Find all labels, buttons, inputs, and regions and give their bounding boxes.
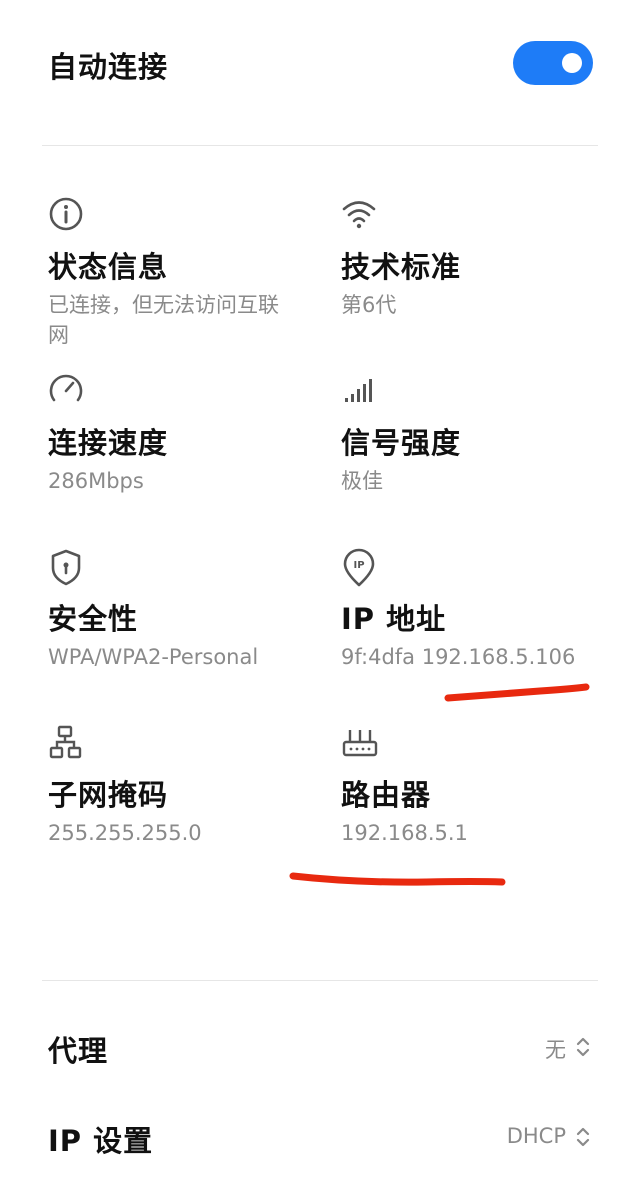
- link-speed-value: 286Mbps: [48, 469, 144, 493]
- proxy-value: 无: [545, 1038, 566, 1062]
- svg-text:IP: IP: [353, 560, 364, 571]
- link-speed-title: 连接速度: [48, 426, 169, 460]
- router-value: 192.168.5.1: [341, 821, 468, 845]
- status-info-cell: 状态信息 已连接，但无法访问互联网: [48, 196, 318, 356]
- ip-address-title: IP 地址: [341, 602, 447, 636]
- ip-settings-label: IP 设置: [48, 1124, 154, 1158]
- proxy-row[interactable]: 代理 无: [0, 1006, 640, 1086]
- auto-connect-toggle[interactable]: [513, 41, 593, 85]
- ip-address-value: 9f:4dfa 192.168.5.106: [341, 645, 576, 669]
- status-info-value: 已连接，但无法访问互联网: [48, 293, 279, 347]
- auto-connect-label: 自动连接: [48, 50, 169, 84]
- router-cell: 路由器 192.168.5.1: [341, 724, 611, 884]
- auto-connect-row[interactable]: 自动连接: [0, 0, 640, 128]
- info-icon: [49, 197, 83, 231]
- security-title: 安全性: [48, 602, 139, 636]
- speedometer-icon: [49, 374, 83, 402]
- ip-settings-row[interactable]: IP 设置 DHCP: [0, 1096, 640, 1176]
- signal-bars-icon: [345, 379, 372, 402]
- security-value: WPA/WPA2-Personal: [48, 645, 259, 669]
- subnet-mask-value: 255.255.255.0: [48, 821, 202, 845]
- network-topology-icon: [49, 725, 82, 759]
- link-speed-cell: 连接速度 286Mbps: [48, 372, 318, 532]
- toggle-knob: [562, 53, 582, 73]
- ip-settings-value: DHCP: [506, 1124, 566, 1148]
- wifi-icon: [342, 201, 376, 229]
- router-title: 路由器: [341, 778, 432, 812]
- up-down-chevron-icon: [576, 1037, 590, 1057]
- ip-pin-icon: IP: [343, 548, 375, 587]
- subnet-mask-cell: 子网掩码 255.255.255.0: [48, 724, 318, 884]
- subnet-mask-title: 子网掩码: [48, 778, 169, 812]
- shield-icon: [51, 549, 81, 586]
- tech-standard-title: 技术标准: [341, 250, 462, 284]
- divider-top: [42, 145, 598, 146]
- security-cell: 安全性 WPA/WPA2-Personal: [48, 548, 318, 708]
- tech-standard-cell: 技术标准 第6代: [341, 196, 611, 356]
- signal-strength-title: 信号强度: [341, 426, 462, 460]
- status-info-title: 状态信息: [48, 250, 169, 284]
- divider-bottom: [42, 980, 598, 981]
- router-icon: [342, 730, 378, 757]
- tech-standard-value: 第6代: [341, 293, 397, 317]
- red-underline-ip: [444, 683, 590, 702]
- signal-strength-cell: 信号强度 极佳: [341, 372, 611, 532]
- proxy-label: 代理: [48, 1034, 109, 1068]
- red-underline-router: [289, 872, 506, 886]
- up-down-chevron-icon: [576, 1127, 590, 1147]
- signal-strength-value: 极佳: [341, 469, 383, 493]
